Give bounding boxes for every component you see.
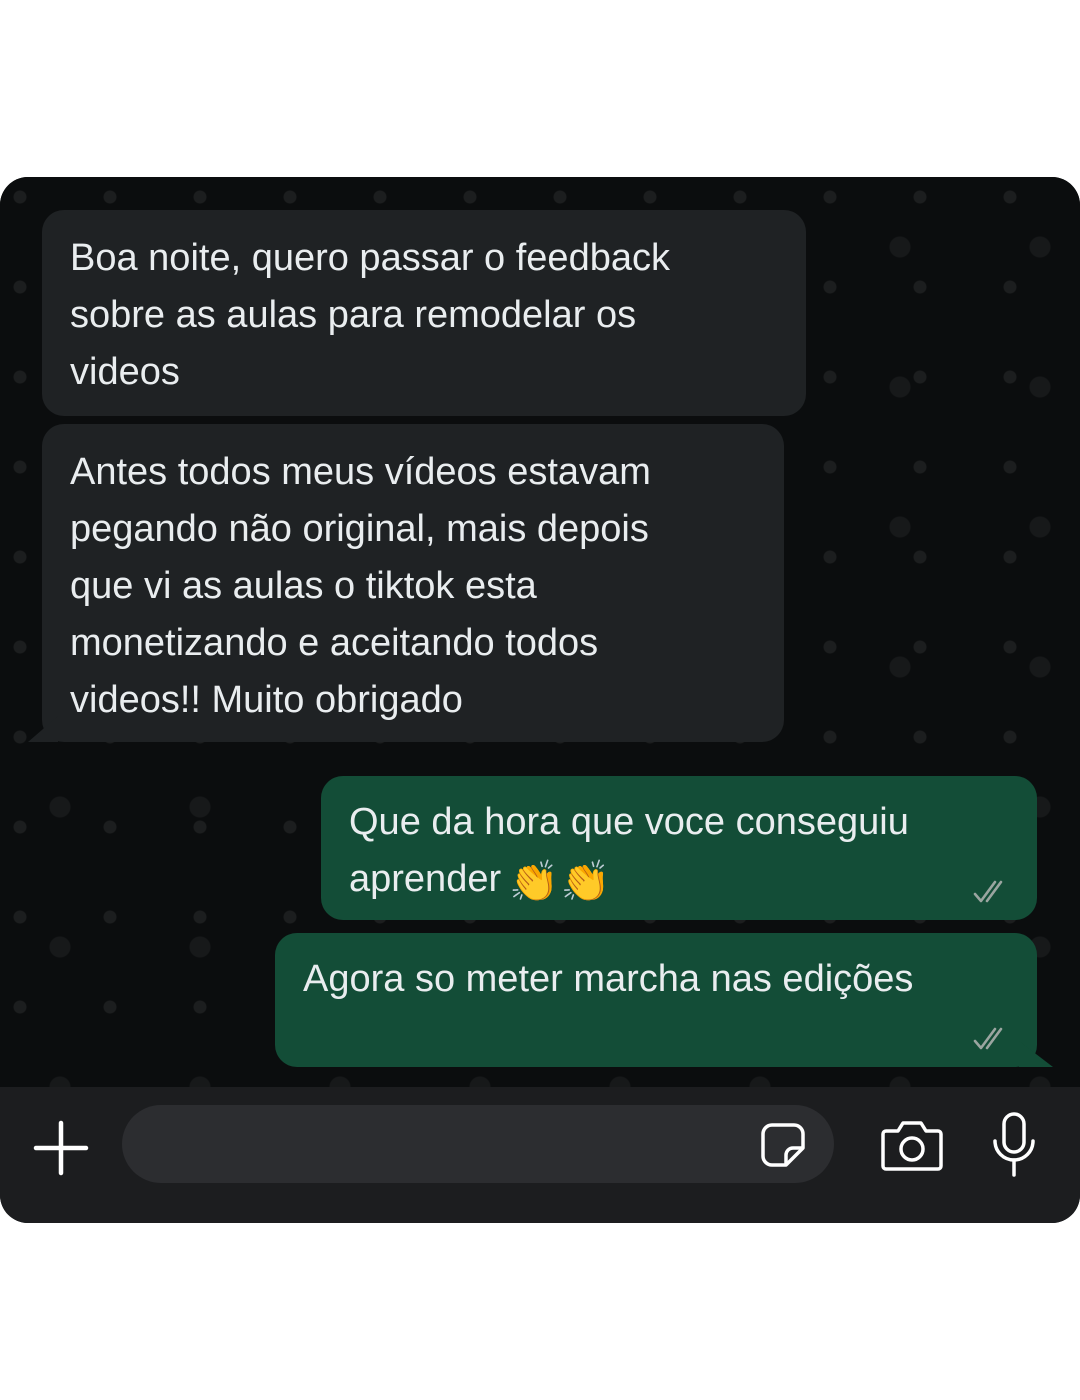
outgoing-message[interactable]: Agora so meter marcha nas edições	[275, 933, 1053, 1067]
message-input-field[interactable]	[122, 1105, 834, 1185]
message-text: Que da hora que voce conseguiu aprender	[349, 801, 909, 900]
message-text: Agora so meter marcha nas edições	[303, 958, 914, 1000]
message-input[interactable]	[150, 1105, 754, 1185]
camera-icon[interactable]	[880, 1117, 944, 1173]
incoming-message[interactable]: Boa noite, quero passar o feedback sobre…	[42, 210, 806, 416]
outgoing-message[interactable]: Que da hora que voce conseguiu aprender 👏…	[321, 776, 1037, 920]
read-receipt-icon	[973, 1027, 1003, 1050]
message-list[interactable]: Boa noite, quero passar o feedback sobre…	[0, 177, 1080, 1087]
incoming-message[interactable]: Antes todos meus vídeos estavam pegando …	[28, 424, 784, 742]
read-receipt-icon	[973, 880, 1003, 903]
bubble-tail	[1019, 1041, 1053, 1067]
chat-screen: Boa noite, quero passar o feedback sobre…	[0, 177, 1080, 1223]
message-text: Boa noite, quero passar o feedback sobre…	[70, 237, 670, 393]
composer-bar	[0, 1087, 1080, 1223]
message-text: Antes todos meus vídeos estavam pegando …	[70, 451, 651, 721]
mic-icon[interactable]	[990, 1111, 1038, 1179]
sticker-icon[interactable]	[760, 1122, 806, 1168]
clapping-hands-emoji: 👏👏	[509, 860, 613, 904]
plus-icon[interactable]	[32, 1119, 90, 1177]
bubble-tail	[28, 716, 58, 742]
